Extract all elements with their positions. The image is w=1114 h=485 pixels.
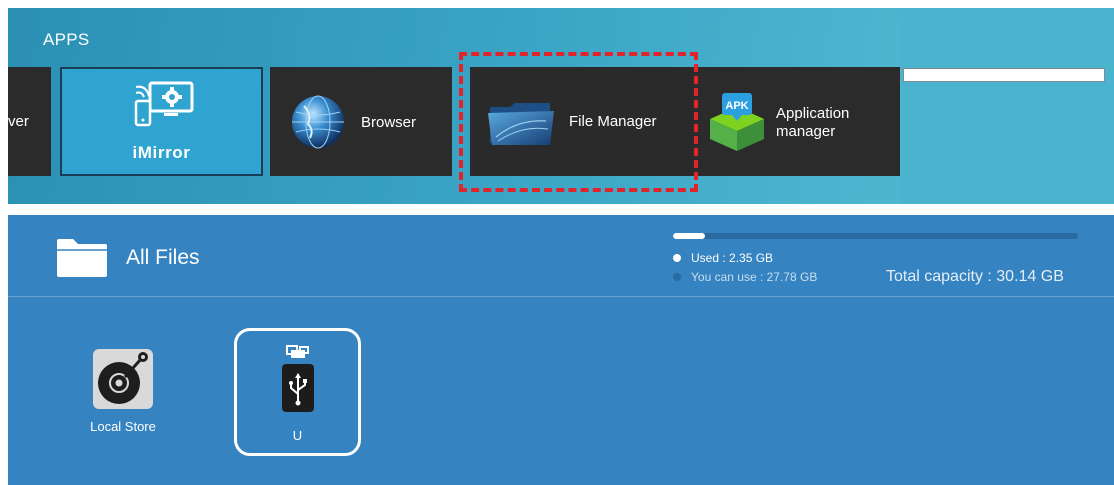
usb-drive-icon — [282, 345, 314, 412]
storage-usage-bar — [673, 233, 1078, 239]
app-tile-partial[interactable]: ver — [8, 67, 51, 176]
app-tile-application-manager[interactable]: APK Application manager — [692, 67, 900, 176]
screen-mirror-icon — [134, 81, 194, 127]
highlight-dashed-box — [459, 52, 698, 192]
storage-item-label: U — [292, 428, 303, 443]
folder-icon — [57, 239, 107, 277]
storage-item-usb[interactable]: U — [234, 328, 361, 456]
app-tile-label-line1: Application — [776, 105, 850, 122]
storage-item-local-store[interactable]: Local Store — [83, 347, 163, 434]
apk-badge-text: APK — [725, 100, 748, 112]
app-tile-label: ver — [8, 113, 29, 130]
storage-free-legend: You can use : 27.78 GB — [673, 270, 817, 284]
used-dot-icon — [673, 254, 681, 262]
disc-icon — [93, 349, 153, 409]
globe-icon — [292, 95, 344, 149]
storage-used-legend: Used : 2.35 GB — [673, 251, 773, 265]
files-header: All Files Used : 2.35 GB You can use : 2… — [8, 215, 1114, 297]
apps-panel: APPS ver iMirror Browser File Manager AP… — [8, 8, 1114, 204]
apps-title: APPS — [43, 30, 90, 49]
storage-item-label: Local Store — [90, 419, 156, 434]
app-tile-browser[interactable]: Browser — [270, 67, 452, 176]
app-tile-label: iMirror — [132, 143, 191, 162]
page-title: All Files — [126, 246, 200, 269]
storage-free-text: You can use : 27.78 GB — [691, 270, 818, 284]
right-pane — [900, 8, 1114, 204]
free-dot-icon — [673, 273, 681, 281]
file-manager-panel: All Files Used : 2.35 GB You can use : 2… — [8, 215, 1114, 485]
apk-package-icon: APK — [710, 93, 764, 151]
app-tile-label-line2: manager — [776, 123, 836, 140]
total-capacity-text: Total capacity : 30.14 GB — [886, 268, 1064, 285]
app-tile-label: Browser — [361, 114, 417, 131]
white-bar — [903, 68, 1105, 82]
app-tile-imirror[interactable]: iMirror — [60, 67, 263, 176]
app-tile-label: Application manager — [776, 105, 849, 141]
storage-usage-fill — [673, 233, 705, 239]
storage-used-text: Used : 2.35 GB — [691, 251, 774, 265]
